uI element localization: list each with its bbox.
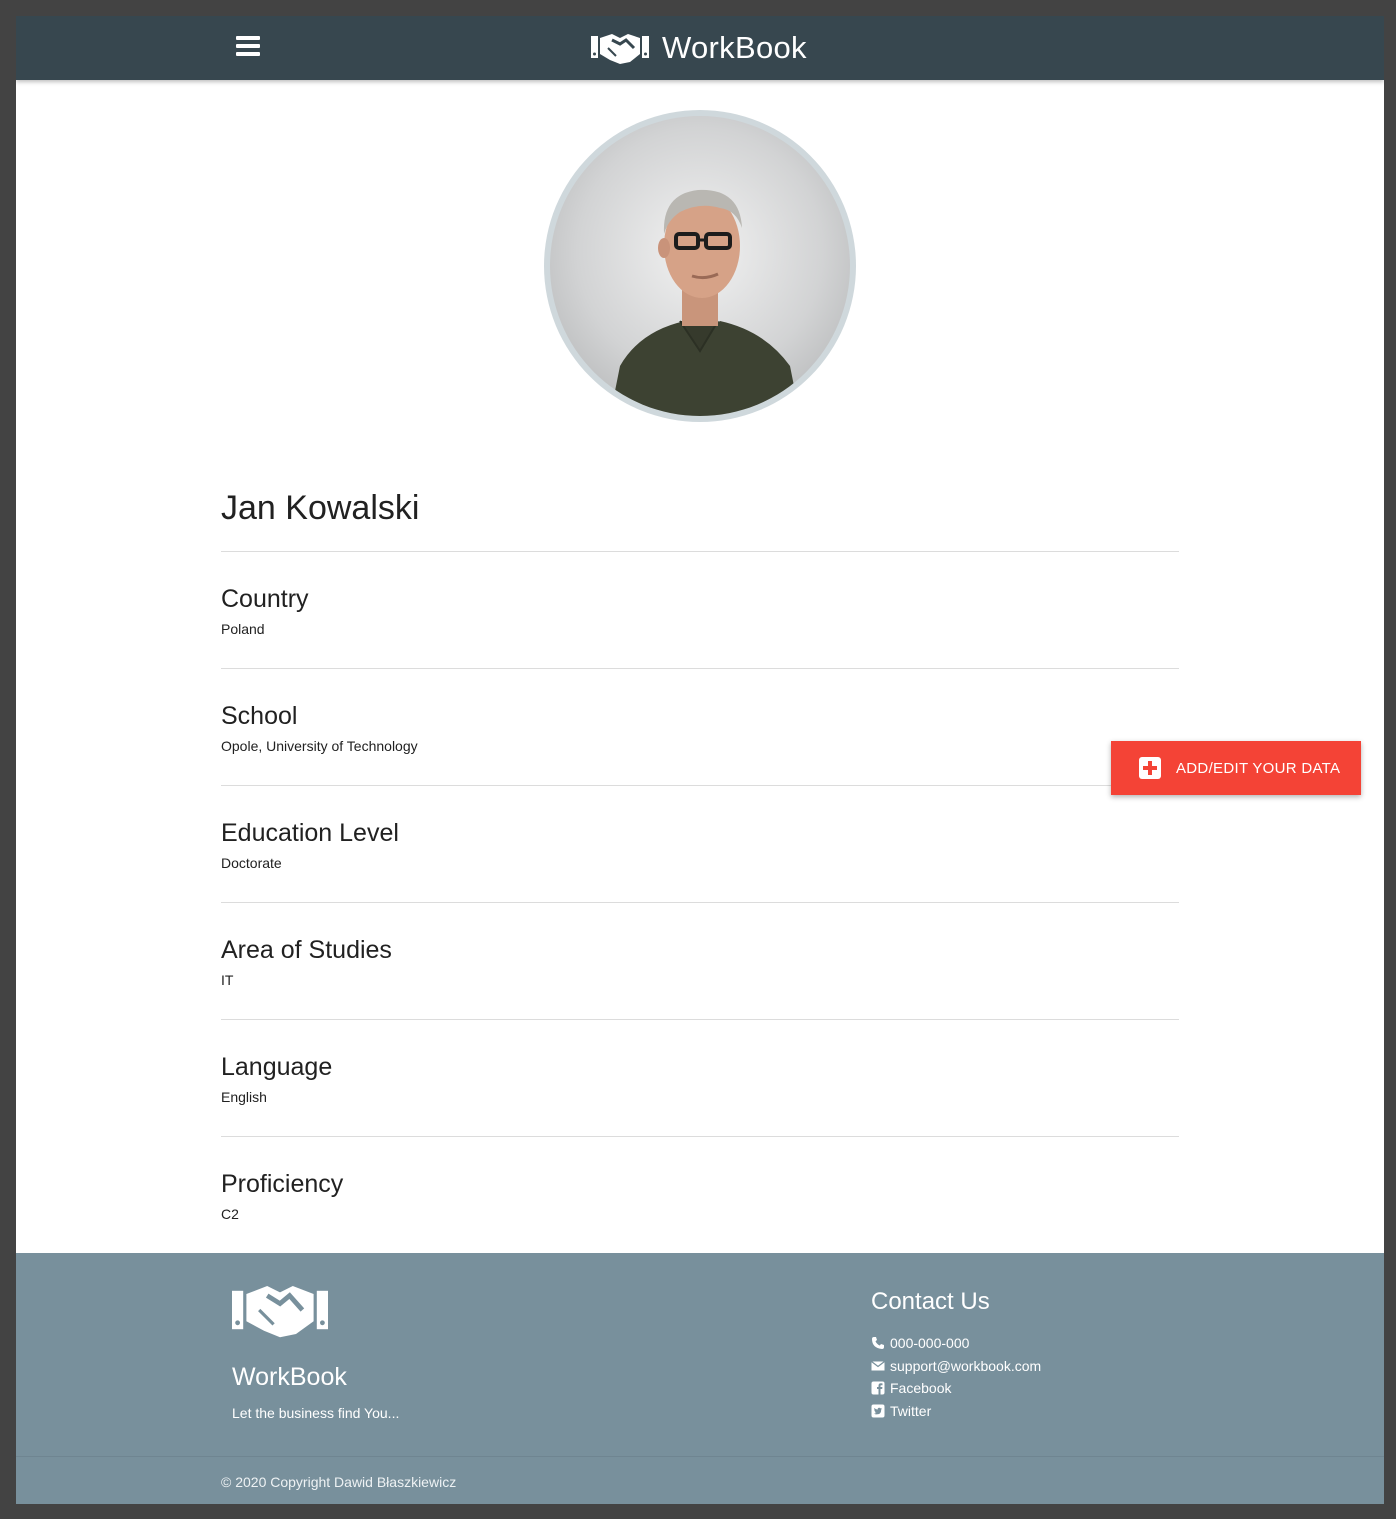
field-school: School Opole, University of Technology — [221, 669, 1179, 786]
contact-section: Contact Us 000-000-000 support@workbook.… — [871, 1288, 1041, 1422]
footer: WorkBook Let the business find You... Co… — [16, 1253, 1384, 1504]
contact-phone[interactable]: 000-000-000 — [871, 1332, 1041, 1355]
contact-email[interactable]: support@workbook.com — [871, 1355, 1041, 1378]
field-value: IT — [221, 972, 234, 988]
contact-phone-text: 000-000-000 — [890, 1335, 970, 1351]
contact-title: Contact Us — [871, 1288, 990, 1315]
field-label: Proficiency — [221, 1170, 344, 1198]
field-proficiency: Proficiency C2 — [221, 1137, 1179, 1254]
handshake-icon — [591, 34, 649, 64]
field-country: Country Poland — [221, 552, 1179, 669]
avatar-photo — [550, 116, 850, 416]
field-label: School — [221, 702, 298, 730]
person-photo-icon — [610, 189, 800, 416]
field-education-level: Education Level Doctorate — [221, 786, 1179, 903]
footer-tagline: Let the business find You... — [232, 1405, 400, 1421]
profile-name: Jan Kowalski — [221, 486, 1179, 552]
plus-square-icon — [1139, 757, 1161, 779]
profile-details: Jan Kowalski Country Poland School Opole… — [221, 486, 1179, 1254]
brand-name: WorkBook — [662, 30, 807, 65]
app-window: WorkBook Jan Kowalski Country Poland Sch… — [16, 16, 1384, 1504]
field-label: Country — [221, 585, 309, 613]
twitter-icon — [871, 1404, 885, 1418]
field-value: English — [221, 1089, 267, 1105]
contact-facebook[interactable]: Facebook — [871, 1377, 1041, 1400]
contact-twitter-text: Twitter — [890, 1402, 932, 1419]
footer-title: WorkBook — [232, 1363, 347, 1391]
field-label: Education Level — [221, 819, 399, 847]
footer-bottom-bar: © 2020 Copyright Dawid Błaszkiewicz — [16, 1456, 1384, 1504]
field-language: Language English — [221, 1020, 1179, 1137]
contact-email-text: support@workbook.com — [890, 1357, 1042, 1374]
contact-facebook-text: Facebook — [890, 1380, 952, 1397]
field-label: Area of Studies — [221, 936, 392, 964]
phone-icon — [872, 1337, 884, 1350]
copyright: © 2020 Copyright Dawid Błaszkiewicz — [221, 1474, 457, 1490]
add-edit-data-button[interactable]: ADD/EDIT YOUR DATA — [1111, 741, 1361, 795]
envelope-icon — [871, 1360, 885, 1371]
handshake-icon — [232, 1286, 328, 1338]
field-value: Opole, University of Technology — [221, 738, 418, 754]
add-edit-data-label: ADD/EDIT YOUR DATA — [1176, 759, 1341, 777]
hamburger-menu-icon[interactable] — [236, 36, 264, 60]
field-label: Language — [221, 1053, 333, 1081]
contact-twitter[interactable]: Twitter — [871, 1400, 1041, 1423]
brand[interactable]: WorkBook — [590, 26, 807, 70]
field-area-of-studies: Area of Studies IT — [221, 903, 1179, 1020]
field-value: Doctorate — [221, 855, 282, 871]
avatar — [544, 110, 856, 422]
facebook-icon — [871, 1381, 885, 1395]
field-value: C2 — [221, 1206, 239, 1222]
field-value: Poland — [221, 621, 265, 637]
top-app-bar: WorkBook — [16, 16, 1384, 80]
